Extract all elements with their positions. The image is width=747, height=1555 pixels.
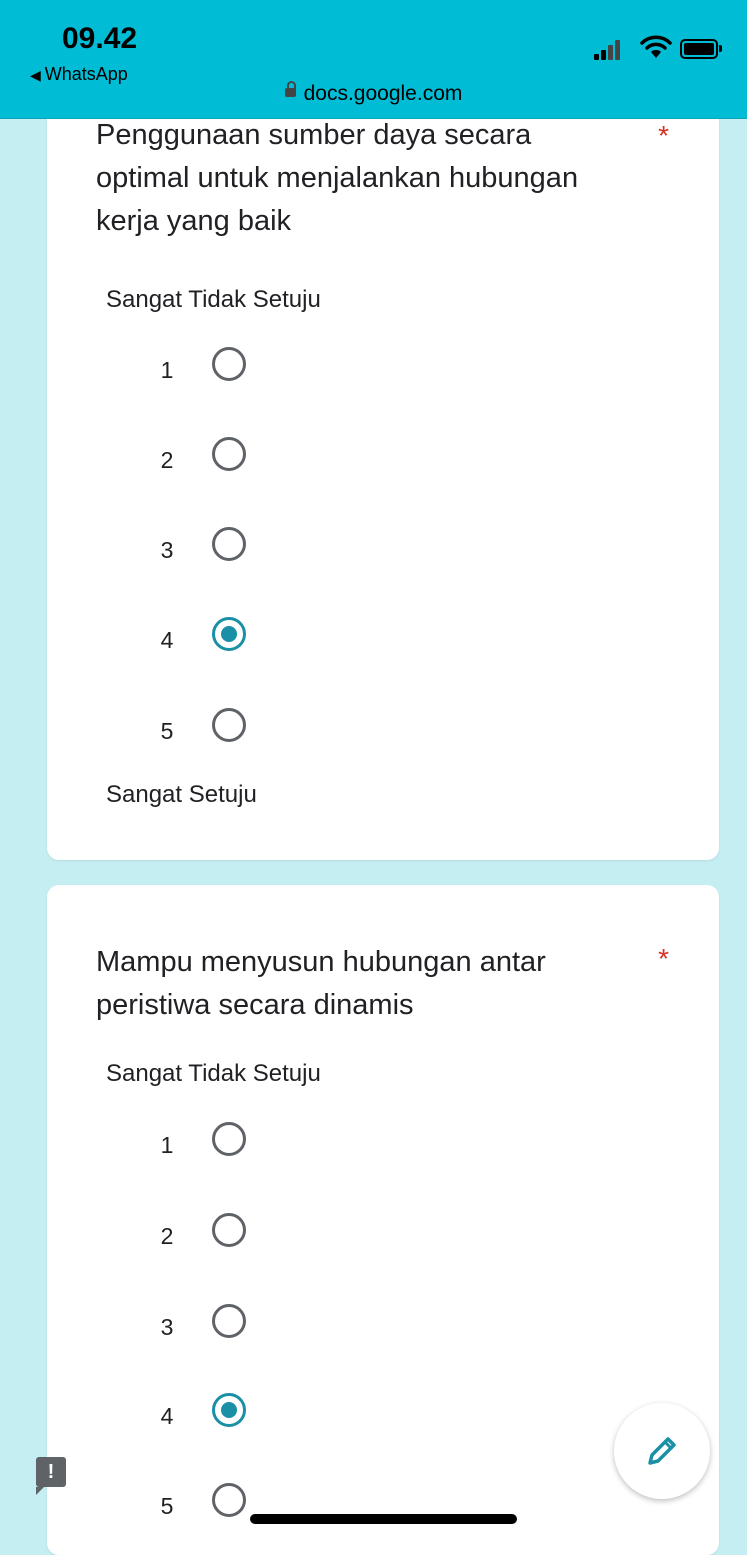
option-number: 1 — [160, 357, 174, 383]
scale-option-4[interactable]: 4 — [47, 617, 347, 665]
back-arrow-icon: ◀ — [30, 67, 41, 83]
question-title: Mampu menyusun hubungan antar peristiwa … — [96, 946, 546, 1021]
required-asterisk: * — [658, 120, 669, 151]
option-number: 5 — [160, 718, 174, 744]
option-number: 5 — [160, 1493, 174, 1519]
option-number: 3 — [160, 1314, 174, 1340]
radio-button[interactable] — [212, 1483, 246, 1517]
wifi-icon — [640, 35, 672, 58]
scale-option-4[interactable]: 4 — [47, 1393, 347, 1441]
option-number: 4 — [160, 627, 174, 653]
scale-option-1[interactable]: 1 — [47, 347, 347, 395]
option-number: 1 — [160, 1132, 174, 1158]
radio-button-selected[interactable] — [212, 617, 246, 651]
scale-high-label: Sangat Setuju — [106, 781, 257, 808]
lock-icon — [284, 80, 296, 97]
back-app-label: WhatsApp — [44, 64, 128, 84]
radio-button[interactable] — [212, 1122, 246, 1156]
scale-option-5[interactable]: 5 — [47, 708, 347, 756]
signal-icon — [594, 40, 634, 60]
url-text: docs.google.com — [303, 82, 463, 105]
edit-button[interactable] — [614, 1403, 710, 1499]
question-title: Penggunaan sumber daya secara optimal un… — [96, 119, 579, 237]
scale-option-3[interactable]: 3 — [47, 1304, 347, 1352]
radio-button[interactable] — [212, 347, 246, 381]
status-bar: 09.42 ◀ WhatsApp docs.google.com — [0, 0, 747, 119]
edit-pencil-icon — [648, 1437, 676, 1465]
radio-button[interactable] — [212, 708, 246, 742]
feedback-icon[interactable]: ! — [36, 1457, 66, 1495]
scale-option-1[interactable]: 1 — [47, 1122, 347, 1170]
radio-button[interactable] — [212, 1213, 246, 1247]
option-number: 3 — [160, 537, 174, 563]
option-number: 4 — [160, 1403, 174, 1429]
radio-button[interactable] — [212, 527, 246, 561]
scale-option-3[interactable]: 3 — [47, 527, 347, 575]
clock: 09.42 — [62, 22, 138, 55]
required-asterisk: * — [658, 943, 669, 974]
radio-button[interactable] — [212, 1304, 246, 1338]
url-bar[interactable]: docs.google.com — [0, 80, 747, 106]
question-card-1: Penggunaan sumber daya secara optimal un… — [47, 40, 719, 860]
home-indicator[interactable] — [250, 1514, 517, 1524]
radio-button[interactable] — [212, 437, 246, 471]
scale-low-label: Sangat Tidak Setuju — [106, 286, 321, 313]
option-number: 2 — [160, 447, 174, 473]
option-number: 2 — [160, 1223, 174, 1249]
radio-button-selected[interactable] — [212, 1393, 246, 1427]
scale-low-label: Sangat Tidak Setuju — [106, 1060, 321, 1087]
battery-icon — [680, 39, 722, 59]
scale-option-2[interactable]: 2 — [47, 1213, 347, 1261]
scale-option-2[interactable]: 2 — [47, 437, 347, 485]
